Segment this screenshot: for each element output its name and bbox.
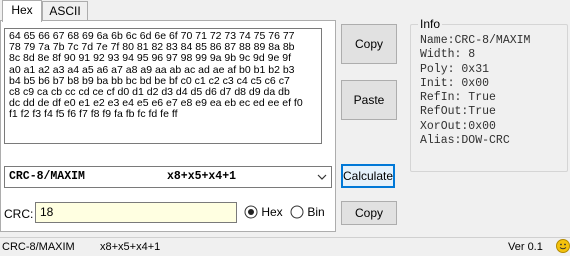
info-width: Width: 8 [420, 48, 476, 62]
crc-output[interactable]: 18 [35, 202, 237, 223]
info-title: Info [418, 17, 443, 31]
bin-radio[interactable]: Bin [290, 205, 325, 219]
algorithm-select[interactable]: CRC-8/MAXIM x8+x5+x4+1 [4, 166, 332, 188]
info-refout: RefOut:True [420, 105, 496, 119]
radio-selected-icon [244, 205, 258, 219]
info-poly: Poly: 0x31 [420, 62, 490, 76]
tab-hex[interactable]: Hex [2, 0, 42, 22]
info-details: Name:CRC-8/MAXIM Width: 8 Poly: 0x31 Ini… [420, 34, 530, 148]
status-polynomial: x8+x5+x4+1 [100, 241, 161, 253]
chevron-down-icon[interactable] [315, 170, 329, 184]
info-alias: Alias:DOW-CRC [420, 134, 510, 148]
info-init: Init: 0x00 [420, 76, 490, 90]
radio-unselected-icon [290, 205, 304, 219]
info-xorout: XorOut:0x00 [420, 119, 496, 133]
calculate-button[interactable]: Calculate [341, 164, 395, 188]
info-refin: RefIn: True [420, 91, 496, 105]
paste-button[interactable]: Paste [341, 80, 397, 120]
algorithm-polynomial: x8+x5+x4+1 [167, 170, 237, 183]
tab-ascii[interactable]: ASCII [42, 1, 88, 21]
status-name: CRC-8/MAXIM [2, 241, 75, 253]
smiley-icon [556, 239, 570, 253]
hex-radio-label: Hex [261, 205, 283, 219]
copy-button[interactable]: Copy [341, 24, 397, 64]
bin-radio-label: Bin [307, 205, 325, 219]
hex-radio[interactable]: Hex [244, 205, 283, 219]
info-name: Name:CRC-8/MAXIM [420, 34, 531, 47]
copy-crc-button[interactable]: Copy [341, 201, 397, 225]
algorithm-name: CRC-8/MAXIM [9, 170, 85, 183]
hex-line: f1 f2 f3 f4 f5 f6 f7 f8 f9 fa fb fc fd f… [9, 108, 178, 121]
hex-input[interactable]: 64 65 66 67 68 69 6a 6b 6c 6d 6e 6f 70 7… [4, 28, 322, 144]
crc-label: CRC: [4, 207, 34, 221]
status-bar: CRC-8/MAXIM x8+x5+x4+1 Ver 0.1 [0, 237, 570, 255]
status-version: Ver 0.1 [508, 241, 543, 253]
hex-line: 8c 8d 8e 8f 90 91 92 93 94 95 96 97 98 9… [9, 52, 291, 65]
